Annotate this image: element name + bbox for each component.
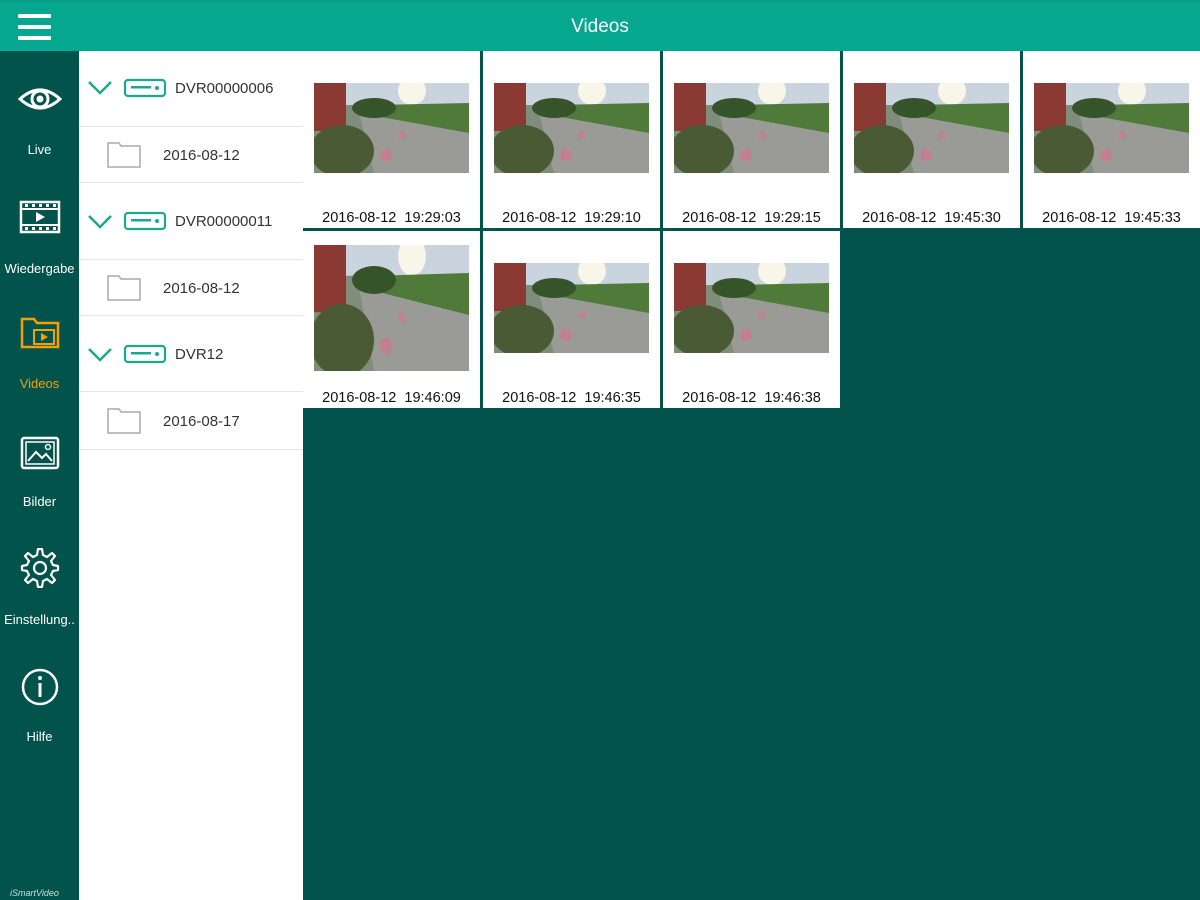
tree-folder-row[interactable]: 2016-08-12	[79, 260, 303, 316]
video-tile[interactable]: 2016-08-12 19:29:03	[303, 51, 480, 228]
dvr-device-icon	[123, 78, 167, 98]
video-thumbnail	[854, 83, 1009, 173]
video-time: 19:45:30	[944, 210, 1001, 226]
nav-label: Hilfe	[26, 729, 53, 744]
video-tile[interactable]: 2016-08-12 19:46:35	[483, 231, 660, 408]
video-time: 19:29:15	[764, 210, 821, 226]
video-thumbnail	[1034, 83, 1189, 173]
nav-item-bilder[interactable]: Bilder	[0, 434, 79, 534]
folder-icon	[107, 142, 141, 168]
video-time: 19:46:38	[764, 390, 821, 406]
tree-dvr-row[interactable]: DVR12	[79, 316, 303, 392]
video-tile[interactable]: 2016-08-12 19:29:10	[483, 51, 660, 228]
video-timestamp: 2016-08-12 19:45:30	[843, 210, 1020, 226]
video-time: 19:29:03	[404, 210, 461, 226]
video-date: 2016-08-12	[322, 390, 397, 406]
nav-label: Live	[27, 142, 52, 157]
video-date: 2016-08-12	[682, 210, 757, 226]
tree-folder-row[interactable]: 2016-08-17	[79, 392, 303, 450]
video-timestamp: 2016-08-12 19:46:35	[483, 390, 660, 406]
nav-label: Einstellung..	[4, 612, 75, 627]
video-thumbnail	[314, 245, 469, 371]
dvr-name: DVR00000006	[175, 80, 274, 97]
nav-label: Wiedergabe	[4, 261, 75, 276]
chevron-down-icon	[88, 215, 112, 229]
video-thumbnail	[494, 83, 649, 173]
tree-dvr-row[interactable]: DVR00000011	[79, 183, 303, 260]
nav-item-live[interactable]: Live	[0, 79, 79, 179]
film-icon	[19, 200, 61, 234]
video-timestamp: 2016-08-12 19:29:15	[663, 210, 840, 226]
video-time: 19:29:10	[584, 210, 641, 226]
video-date: 2016-08-12	[1042, 210, 1117, 226]
folder-icon	[107, 408, 141, 434]
video-date: 2016-08-12	[322, 210, 397, 226]
video-thumbnail	[314, 83, 469, 173]
video-tile[interactable]: 2016-08-12 19:45:33	[1023, 51, 1200, 228]
video-grid: 2016-08-12 19:29:03 2016-08-12 19:29:10 …	[303, 51, 1200, 900]
chevron-down-icon	[88, 81, 112, 95]
gear-icon	[20, 548, 60, 588]
dvr-device-icon	[123, 211, 167, 231]
video-date: 2016-08-12	[682, 390, 757, 406]
video-date: 2016-08-12	[862, 210, 937, 226]
video-timestamp: 2016-08-12 19:46:09	[303, 390, 480, 406]
info-icon	[21, 668, 59, 706]
video-date: 2016-08-12	[502, 390, 577, 406]
folder-date: 2016-08-17	[163, 413, 240, 430]
video-time: 19:46:35	[584, 390, 641, 406]
video-time: 19:45:33	[1124, 210, 1181, 226]
video-timestamp: 2016-08-12 19:29:10	[483, 210, 660, 226]
dvr-name: DVR12	[175, 346, 224, 363]
video-thumbnail	[674, 83, 829, 173]
nav-item-einstellungen[interactable]: Einstellung..	[0, 548, 79, 648]
video-date: 2016-08-12	[502, 210, 577, 226]
eye-icon	[18, 88, 62, 110]
video-thumbnail	[674, 263, 829, 353]
nav-rail: Live Wiedergabe Videos Bilder Einstellun…	[0, 51, 79, 900]
app-header: Videos	[0, 0, 1200, 51]
nav-item-videos[interactable]: Videos	[0, 313, 79, 413]
video-tile[interactable]: 2016-08-12 19:46:38	[663, 231, 840, 408]
video-timestamp: 2016-08-12 19:29:03	[303, 210, 480, 226]
device-tree: DVR00000006 2016-08-12 DVR00000011 2016-…	[79, 51, 303, 900]
tree-dvr-row[interactable]: DVR00000006	[79, 51, 303, 127]
app-watermark: iSmartVideo	[10, 888, 59, 898]
dvr-name: DVR00000011	[175, 213, 273, 230]
video-tile[interactable]: 2016-08-12 19:29:15	[663, 51, 840, 228]
image-icon	[20, 436, 60, 470]
tree-folder-row[interactable]: 2016-08-12	[79, 127, 303, 183]
nav-item-wiedergabe[interactable]: Wiedergabe	[0, 197, 79, 297]
nav-label: Videos	[19, 376, 60, 391]
nav-item-hilfe[interactable]: Hilfe	[0, 667, 79, 767]
nav-label: Bilder	[22, 494, 57, 509]
dvr-device-icon	[123, 344, 167, 364]
folder-date: 2016-08-12	[163, 147, 240, 164]
video-time: 19:46:09	[404, 390, 461, 406]
video-thumbnail	[494, 263, 649, 353]
video-timestamp: 2016-08-12 19:45:33	[1023, 210, 1200, 226]
video-folder-icon	[20, 317, 60, 349]
video-tile[interactable]: 2016-08-12 19:46:09	[303, 231, 480, 408]
chevron-down-icon	[88, 348, 112, 362]
video-timestamp: 2016-08-12 19:46:38	[663, 390, 840, 406]
video-tile[interactable]: 2016-08-12 19:45:30	[843, 51, 1020, 228]
page-title: Videos	[571, 16, 629, 37]
folder-date: 2016-08-12	[163, 280, 240, 297]
folder-icon	[107, 275, 141, 301]
